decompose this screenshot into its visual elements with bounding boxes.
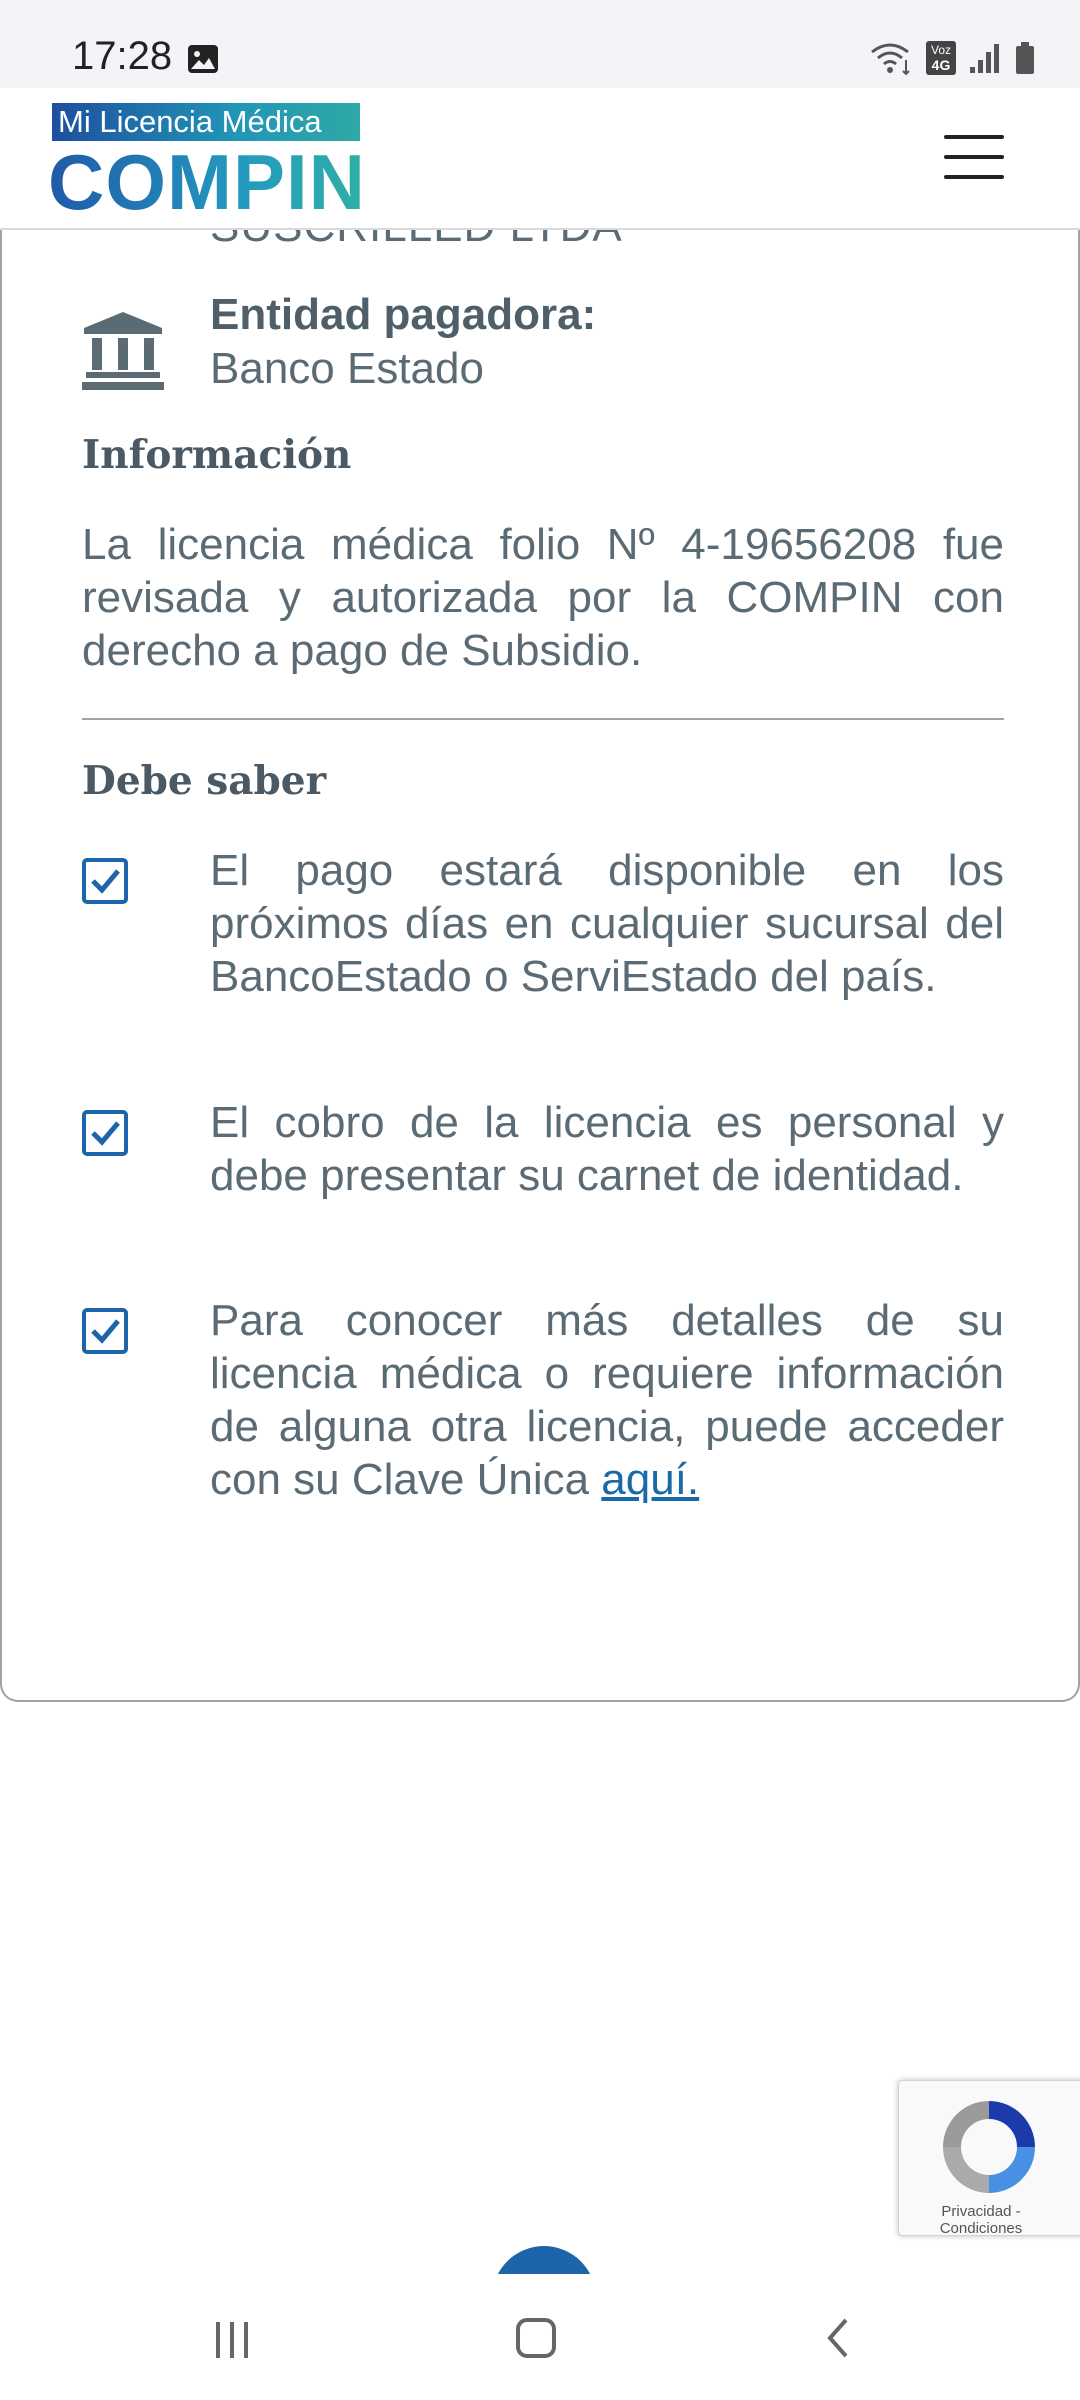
hamburger-menu-icon[interactable] (944, 135, 1004, 183)
info-text: La licencia médica folio Nº 4-19656208 f… (82, 520, 1004, 675)
list-item-text: Para conocer más detalles de su licencia… (210, 1294, 1004, 1506)
recaptcha-terms[interactable]: Privacidad - Condiciones (899, 2203, 1063, 2237)
clave-unica-link[interactable]: aquí. (601, 1455, 699, 1504)
status-icons: Voz 4G (870, 40, 1036, 76)
logo-compin[interactable]: COMPIN (48, 142, 366, 222)
battery-icon (1016, 42, 1034, 74)
checkbox-checked-icon (82, 858, 128, 904)
list-item: El pago estará disponible en los próximo… (82, 844, 1004, 1003)
recent-apps-icon[interactable] (202, 2308, 262, 2368)
payer-entity-value: Banco Estado (210, 344, 484, 393)
home-icon[interactable] (506, 2308, 566, 2368)
signal-icon (970, 44, 999, 73)
list-item: Para conocer más detalles de su licencia… (82, 1294, 1004, 1506)
list-item: El cobro de la licencia es personal y de… (82, 1096, 1004, 1202)
list-item-text: El pago estará disponible en los próximo… (210, 846, 1004, 1001)
section-divider (82, 718, 1004, 720)
checkbox-checked-icon (82, 1110, 128, 1156)
recaptcha-badge[interactable]: Privacidad - Condiciones (898, 2080, 1080, 2237)
payer-entity-label: Entidad pagadora: (210, 290, 597, 339)
app-header: Mi Licencia Médica COMPIN (0, 88, 1080, 230)
recaptcha-icon (943, 2101, 1035, 2193)
volte-bottom-label: 4G (931, 57, 951, 73)
back-icon[interactable] (808, 2308, 868, 2368)
must-know-title: Debe saber (82, 758, 327, 804)
employer-name-cut: SUSCRILLED LTDA (210, 230, 623, 252)
license-detail-card: SUSCRILLED LTDA Entidad pagadora: Banco … (0, 230, 1080, 1702)
info-section-title: Información (82, 432, 352, 478)
list-item-text: El cobro de la licencia es personal y de… (210, 1098, 1004, 1200)
gallery-icon (188, 45, 218, 73)
status-bar: 17:28 Voz 4G (0, 0, 1080, 88)
system-nav-bar (0, 2274, 1080, 2400)
checkbox-checked-icon (82, 1308, 128, 1354)
volte-icon: Voz 4G (926, 41, 956, 75)
volte-top-label: Voz (930, 43, 951, 57)
bank-icon (82, 312, 164, 390)
status-time: 17:28 (72, 34, 173, 78)
logo-top-text[interactable]: Mi Licencia Médica (52, 103, 360, 141)
wifi-icon (871, 43, 910, 76)
